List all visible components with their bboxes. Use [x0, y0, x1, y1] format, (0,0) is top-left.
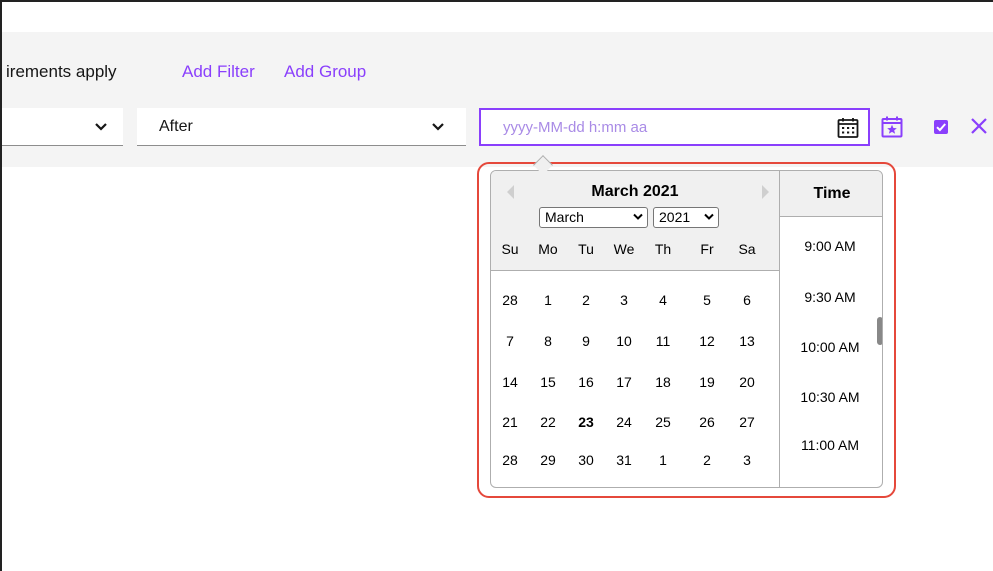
calendar-day[interactable]: 19	[688, 374, 726, 390]
weekday-label: Mo	[538, 241, 558, 257]
calendar-day[interactable]: 17	[605, 374, 643, 390]
time-title: Time	[813, 185, 851, 202]
time-option[interactable]: 9:30 AM	[780, 289, 880, 305]
calendar-day[interactable]: 6	[728, 292, 766, 308]
weekday-label: Sa	[738, 241, 756, 257]
calendar-day[interactable]: 8	[529, 333, 567, 349]
chevron-down-icon	[432, 123, 444, 131]
year-select[interactable]: 2021	[653, 207, 719, 228]
calendar-day[interactable]: 1	[644, 452, 682, 468]
calendar-day[interactable]: 18	[644, 374, 682, 390]
calendar-day[interactable]: 3	[728, 452, 766, 468]
calendar-day[interactable]: 16	[567, 374, 605, 390]
calendar-day[interactable]: 11	[644, 333, 682, 349]
month-select[interactable]: March	[539, 207, 648, 228]
chevron-down-icon	[95, 123, 107, 131]
datetime-field[interactable]	[479, 108, 870, 146]
calendar-day[interactable]: 26	[688, 414, 726, 430]
calendar-day[interactable]: 10	[605, 333, 643, 349]
time-option[interactable]: 11:00 AM	[780, 437, 880, 453]
checkbox-checked-icon[interactable]	[933, 119, 949, 135]
calendar-day[interactable]: 15	[529, 374, 567, 390]
calendar-day[interactable]: 29	[529, 452, 567, 468]
time-option[interactable]: 10:30 AM	[780, 389, 880, 405]
year-select-value: 2021	[659, 209, 691, 225]
operator-dropdown[interactable]: After	[137, 108, 466, 146]
calendar-day[interactable]: 20	[728, 374, 766, 390]
calendar-day[interactable]: 2	[688, 452, 726, 468]
time-scrollbar[interactable]	[877, 317, 882, 345]
calendar-day[interactable]: 28	[491, 292, 529, 308]
calendar-day[interactable]: 25	[644, 414, 682, 430]
add-group-link[interactable]: Add Group	[284, 62, 366, 82]
next-month-icon[interactable]	[762, 185, 769, 199]
weekday-label: Fr	[700, 241, 714, 257]
close-icon[interactable]	[970, 117, 988, 135]
calendar-star-icon[interactable]	[880, 115, 904, 139]
time-option[interactable]: 10:00 AM	[780, 339, 880, 355]
requirements-text: irements apply	[6, 62, 117, 81]
weekday-label: Su	[501, 241, 519, 257]
month-select-value: March	[545, 209, 584, 225]
calendar-day[interactable]: 1	[529, 292, 567, 308]
chevron-down-icon	[633, 213, 643, 220]
operator-value: After	[159, 118, 193, 135]
calendar-day[interactable]: 3	[605, 292, 643, 308]
calendar-day-today[interactable]: 23	[567, 414, 605, 430]
calendar-day[interactable]: 31	[605, 452, 643, 468]
weekday-label: We	[613, 241, 635, 257]
month-pane: March 2021 March 2021 Su Mo Tu We Th Fr …	[491, 171, 779, 487]
calendar-day[interactable]: 21	[491, 414, 529, 430]
calendar-day[interactable]: 5	[688, 292, 726, 308]
weekday-label: Tu	[578, 241, 594, 257]
calendar-day[interactable]: 14	[491, 374, 529, 390]
calendar-day[interactable]: 2	[567, 292, 605, 308]
calendar-day[interactable]: 24	[605, 414, 643, 430]
calendar-day[interactable]: 13	[728, 333, 766, 349]
calendar-day[interactable]: 7	[491, 333, 529, 349]
month-title: March 2021	[591, 183, 679, 200]
calendar-day[interactable]: 12	[688, 333, 726, 349]
month-header: March 2021 March 2021 Su Mo Tu We Th Fr …	[491, 171, 779, 271]
filter-toolbar	[2, 32, 993, 167]
weekday-label: Th	[654, 241, 672, 257]
calendar-icon[interactable]	[836, 116, 860, 140]
calendar-day[interactable]: 28	[491, 452, 529, 468]
calendar-day[interactable]: 27	[728, 414, 766, 430]
field-dropdown[interactable]	[2, 108, 123, 146]
time-option[interactable]: 9:00 AM	[780, 238, 880, 254]
calendar-day[interactable]: 9	[567, 333, 605, 349]
datepicker-popup: March 2021 March 2021 Su Mo Tu We Th Fr …	[490, 170, 883, 488]
chevron-down-icon	[704, 213, 714, 220]
datetime-input[interactable]	[501, 118, 801, 137]
calendar-day[interactable]: 22	[529, 414, 567, 430]
calendar-day[interactable]: 30	[567, 452, 605, 468]
time-header: Time	[780, 171, 882, 217]
time-pane: Time 9:00 AM 9:30 AM 10:00 AM 10:30 AM 1…	[779, 171, 882, 487]
calendar-day[interactable]: 4	[644, 292, 682, 308]
add-filter-link[interactable]: Add Filter	[182, 62, 255, 82]
